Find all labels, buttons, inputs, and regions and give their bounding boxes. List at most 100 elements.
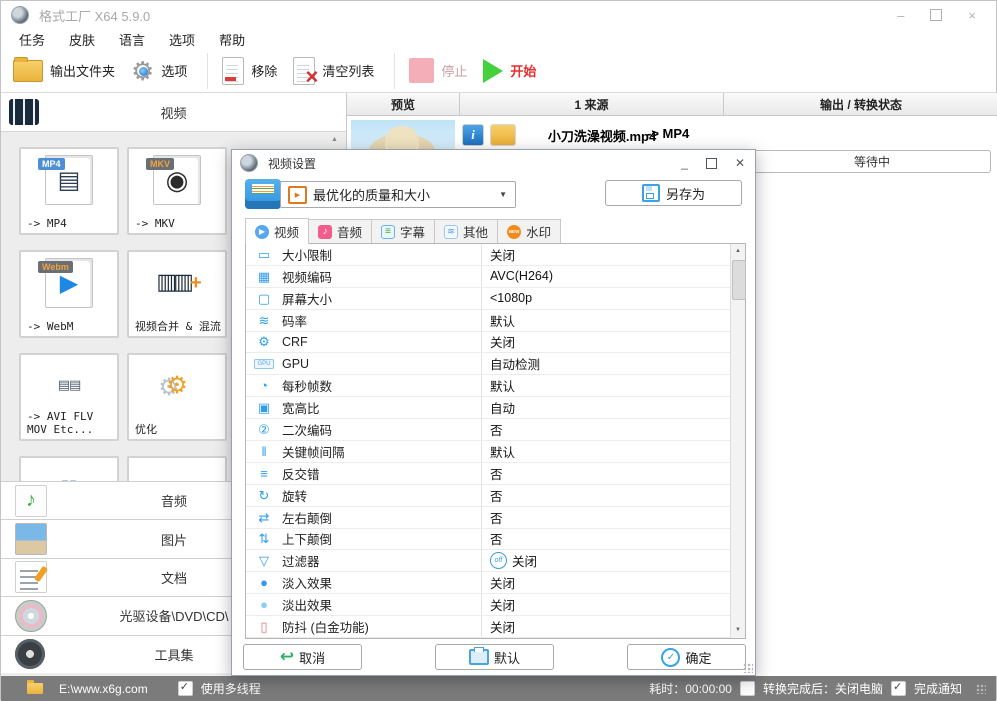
scrollbar[interactable]: ▲ ▼	[730, 244, 746, 638]
settings-tabs: ▶ 视频 ♪ 音频 ≡ 字幕 ≋ 其他 NEW 水印	[245, 218, 562, 244]
two-pass-icon: ②	[258, 422, 270, 438]
video-settings-dialog: 视频设置 _ ✕ ▶ 最优化的质量和大小 ▼ 另存为 ▶ 视频 ♪ 音频 ≡ 字…	[231, 149, 756, 676]
setting-value: 否	[482, 529, 730, 548]
output-path[interactable]: E:\www.x6g.com	[59, 682, 148, 696]
column-header[interactable]: 1 来源	[460, 93, 724, 116]
ok-button[interactable]: ✓ 确定	[627, 644, 746, 670]
setting-row[interactable]: ⇅ 上下颠倒 否	[246, 528, 730, 551]
back-arrow-icon: ↩	[279, 647, 295, 666]
ok-label: 确定	[685, 650, 712, 666]
notify-label: 完成通知	[913, 682, 962, 696]
format-card[interactable]: Webm ▶ -> WebM	[19, 250, 119, 338]
setting-row[interactable]: ◔ 每秒帧数 默认	[246, 375, 730, 398]
setting-value: off 关闭	[482, 551, 730, 570]
format-card[interactable]: MP4 ▤ -> MP4	[19, 147, 119, 235]
setting-row[interactable]: ⚙ CRF 关闭	[246, 331, 730, 354]
settings-tab[interactable]: ♪ 音频	[309, 219, 373, 244]
save-as-button[interactable]: 另存为	[605, 180, 742, 206]
setting-row[interactable]: ② 二次编码 否	[246, 419, 730, 441]
multithread-checkbox[interactable]	[177, 680, 193, 696]
default-button[interactable]: 默认	[435, 644, 554, 670]
elapsed-time: 耗时：00:00:00	[649, 682, 732, 696]
settings-tab[interactable]: ≡ 字幕	[372, 219, 436, 244]
column-header[interactable]: 预览	[347, 93, 460, 116]
stop-button[interactable]: 停止	[409, 58, 467, 83]
setting-row[interactable]: ↻ 旋转 否	[246, 484, 730, 507]
options-label: 选项	[161, 64, 188, 79]
setting-row[interactable]: ● 淡出效果 关闭	[246, 594, 730, 617]
cancel-button[interactable]: ↩ 取消	[243, 644, 362, 670]
dialog-resize-grip[interactable]	[743, 663, 753, 673]
tab-icon: ♪	[318, 224, 333, 239]
format-card-label: -> MKV	[135, 217, 175, 230]
setting-value-text: 关闭	[490, 577, 516, 592]
format-glyph: ▥▥	[156, 269, 197, 295]
shutdown-after-label: 转换完成后：关闭电脑	[762, 682, 883, 696]
setting-row[interactable]: ⇄ 左右颠倒 否	[246, 506, 730, 529]
column-header[interactable]: 输出 / 转换状态	[724, 93, 997, 116]
quality-profile-dropdown[interactable]: ▶ 最优化的质量和大小 ▼	[280, 181, 516, 208]
close-button[interactable]: ×	[968, 8, 976, 23]
rotate-icon: ↻	[258, 487, 270, 503]
setting-row[interactable]: ▢ 屏幕大小 <1080p	[246, 287, 730, 310]
format-card[interactable]: ▥▥ 视频合并 & 混流	[127, 250, 227, 338]
settings-tab[interactable]: NEW 水印	[498, 219, 562, 244]
format-card[interactable]: MKV ◉ -> MKV	[127, 147, 227, 235]
settings-tab[interactable]: ▶ 视频	[245, 218, 310, 244]
maximize-button[interactable]	[930, 9, 943, 21]
menu-item[interactable]: 皮肤	[69, 30, 95, 49]
notify-checkbox[interactable]	[890, 680, 906, 696]
tab-label: 音频	[337, 226, 363, 240]
setting-row[interactable]: ≋ 码率 默认	[246, 309, 730, 332]
options-button[interactable]: ⚙ 选项	[131, 58, 187, 84]
setting-row[interactable]: ▭ 大小限制 关闭	[246, 244, 730, 266]
dialog-minimize-button[interactable]: _	[681, 156, 688, 170]
setting-value-text: 关闭	[490, 599, 516, 614]
settings-tab[interactable]: ≋ 其他	[435, 219, 499, 244]
menu-item[interactable]: 帮助	[219, 30, 245, 49]
setting-value: AVC(H264)	[482, 269, 730, 283]
format-card-label: -> WebM	[27, 320, 74, 333]
format-card[interactable]: ▤▤ -> AVI FLV MOV Etc...	[19, 353, 119, 441]
dialog-maximize-button[interactable]	[705, 157, 717, 169]
start-button[interactable]: 开始	[483, 58, 536, 83]
multithread-label: 使用多线程	[200, 682, 261, 696]
format-card[interactable]: ⚙ 优化	[127, 353, 227, 441]
setting-row[interactable]: ▦ 视频编码 AVC(H264)	[246, 265, 730, 288]
format-card-icon: ▤▤	[46, 361, 92, 409]
shutdown-after-checkbox[interactable]	[739, 681, 755, 696]
dialog-title-bar[interactable]: 视频设置 _ ✕	[232, 150, 755, 176]
scrollbar-thumb[interactable]	[732, 260, 746, 300]
info-icon[interactable]: i	[462, 124, 484, 146]
clear-list-button[interactable]: 清空列表	[293, 56, 374, 90]
setting-label: 视频编码	[282, 265, 482, 287]
minimize-button[interactable]: –	[897, 8, 904, 23]
setting-value-text: 关闭	[490, 336, 516, 351]
setting-row[interactable]: ● 淡入效果 关闭	[246, 572, 730, 595]
remove-button[interactable]: 移除	[222, 56, 277, 85]
video-section-header[interactable]: 视频	[1, 93, 346, 132]
setting-row[interactable]: ‖ 关键帧间隔 默认	[246, 441, 730, 463]
stop-label: 停止	[441, 64, 468, 79]
bitrate-icon: ≋	[258, 312, 270, 328]
setting-row[interactable]: ▣ 宽高比 自动	[246, 397, 730, 420]
setting-row[interactable]: ≡ 反交错 否	[246, 462, 730, 485]
menu-item[interactable]: 选项	[169, 30, 195, 49]
scroll-down-arrow[interactable]: ▼	[731, 623, 745, 638]
open-folder-icon[interactable]	[490, 124, 516, 146]
resize-grip[interactable]	[976, 683, 986, 694]
dialog-close-button[interactable]: ✕	[735, 156, 745, 170]
menu-item[interactable]: 语言	[119, 30, 145, 49]
setting-row[interactable]: GPU GPU 自动检测	[246, 353, 730, 376]
setting-row[interactable]: ▽ 过滤器 off 关闭	[246, 550, 730, 573]
menu-item[interactable]: 任务	[19, 30, 45, 49]
scroll-up-arrow[interactable]: ▲	[731, 244, 745, 259]
filter-icon: ▽	[259, 553, 269, 569]
cancel-label: 取消	[299, 650, 326, 666]
tab-icon: ≋	[444, 224, 459, 239]
output-folder-button[interactable]: 输出文件夹	[13, 56, 115, 82]
save-as-label: 另存为	[665, 186, 705, 202]
task-target-format: -> MP4	[647, 126, 690, 141]
format-card-icon: ⚙	[154, 361, 200, 409]
setting-row[interactable]: ▯ 防抖 (白金功能) 关闭	[246, 616, 730, 638]
